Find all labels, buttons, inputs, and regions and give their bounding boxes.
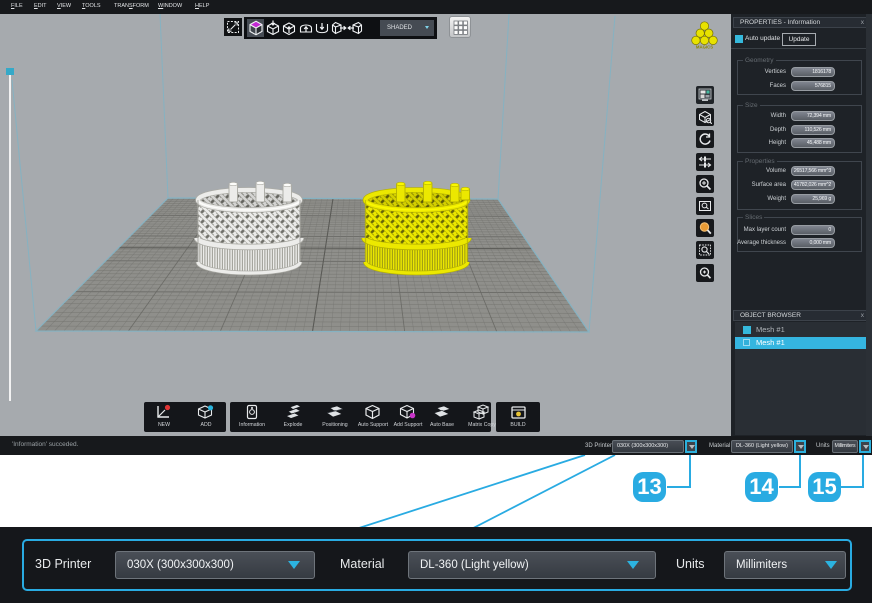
svg-text:MAGICS: MAGICS <box>696 45 713 50</box>
